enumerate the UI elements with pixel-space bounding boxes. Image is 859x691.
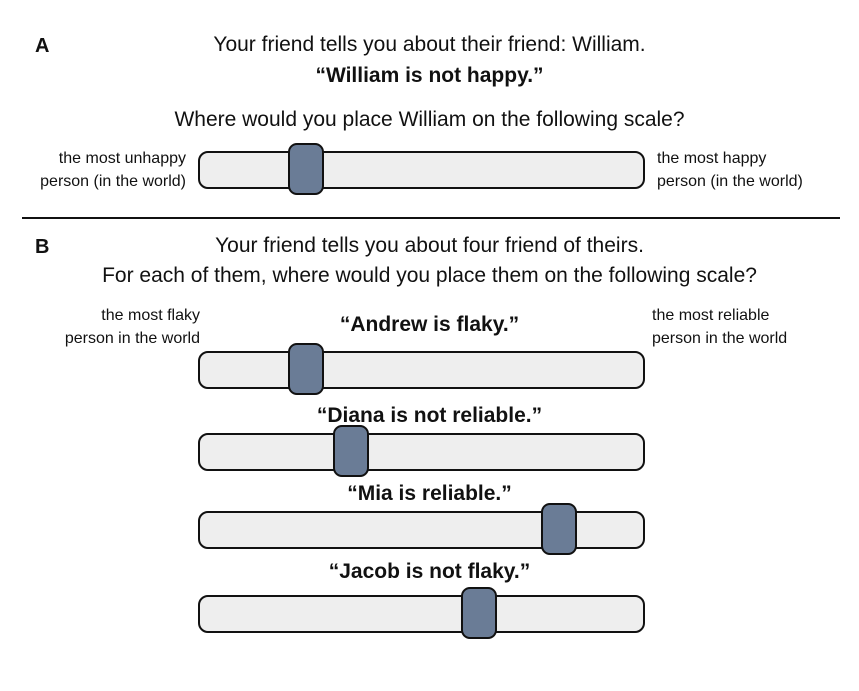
panel-a-quote: “William is not happy.”: [315, 64, 544, 87]
panel-a-left-label-line1: the most unhappy: [58, 150, 186, 167]
jacob-quote: “Jacob is not flaky.”: [328, 560, 531, 583]
slider-thumb[interactable]: [288, 143, 325, 195]
mia-reliability-slider[interactable]: [198, 503, 645, 555]
panel-a-left-label-line2: person (in the world): [40, 173, 186, 190]
slider-thumb[interactable]: [288, 343, 325, 395]
panel-b-intro: Your friend tells you about four friend …: [215, 234, 644, 257]
andrew-reliability-slider[interactable]: [198, 343, 645, 395]
panel-a-right-label-line1: the most happy: [657, 150, 767, 167]
slider-thumb[interactable]: [540, 503, 577, 555]
william-happiness-slider[interactable]: [198, 143, 645, 195]
mia-quote: “Mia is reliable.”: [347, 482, 512, 505]
slider-thumb[interactable]: [461, 587, 498, 639]
panel-a-left-scale-label: the most unhappy person (in the world): [40, 147, 186, 193]
diana-quote: “Diana is not reliable.”: [316, 404, 543, 427]
section-divider: [22, 217, 840, 219]
slider-thumb[interactable]: [332, 425, 369, 477]
panel-a-intro: Your friend tells you about their friend…: [213, 33, 646, 56]
panel-a-question: Where would you place William on the fol…: [174, 108, 685, 131]
andrew-quote: “Andrew is flaky.”: [339, 313, 520, 336]
panel-b-question: For each of them, where would you place …: [102, 264, 757, 287]
diana-reliability-slider[interactable]: [198, 425, 645, 477]
panel-a-right-scale-label: the most happy person (in the world): [657, 147, 803, 193]
panel-a-right-label-line2: person (in the world): [657, 173, 803, 190]
jacob-reliability-slider[interactable]: [198, 587, 645, 639]
